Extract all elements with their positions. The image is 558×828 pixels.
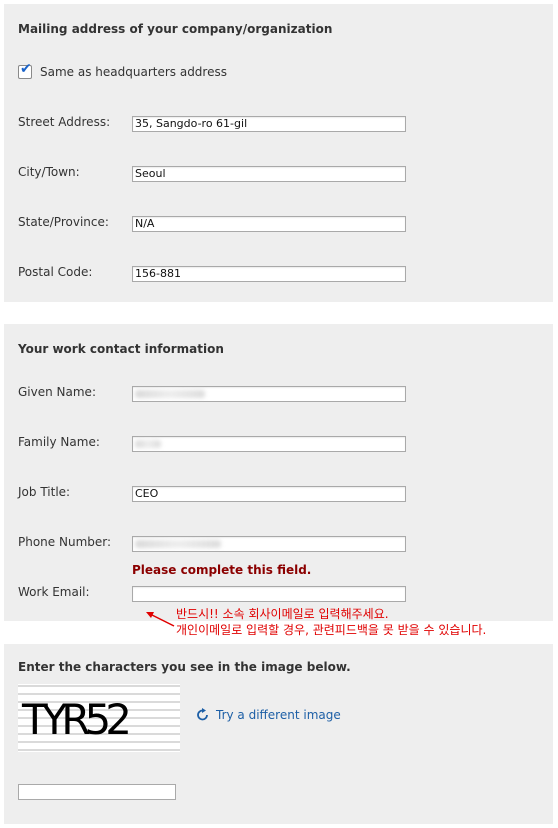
given-name-input[interactable] bbox=[132, 386, 406, 402]
phone-input[interactable] bbox=[132, 536, 406, 552]
captcha-heading: Enter the characters you see in the imag… bbox=[18, 660, 351, 674]
state-label: State/Province: bbox=[18, 215, 109, 229]
work-email-input[interactable] bbox=[132, 586, 406, 602]
same-as-hq-checkbox[interactable]: ✔ bbox=[18, 61, 32, 79]
captcha-section: Enter the characters you see in the imag… bbox=[4, 644, 553, 824]
mailing-heading: Mailing address of your company/organiza… bbox=[18, 22, 333, 36]
same-as-hq-label[interactable]: Same as headquarters address bbox=[40, 65, 227, 79]
state-input[interactable]: N/A bbox=[132, 216, 406, 232]
postal-input[interactable]: 156-881 bbox=[132, 266, 406, 282]
city-input[interactable]: Seoul bbox=[132, 166, 406, 182]
redacted-blur bbox=[135, 540, 221, 548]
job-title-label: Job Title: bbox=[18, 485, 71, 499]
annotation-arrow-icon bbox=[146, 612, 175, 627]
refresh-icon bbox=[197, 708, 208, 721]
postal-label: Postal Code: bbox=[18, 265, 93, 279]
annotation-line-1: 반드시!! 소속 회사이메일로 입력해주세요. bbox=[176, 607, 389, 621]
try-different-image-link[interactable]: Try a different image bbox=[196, 708, 341, 722]
family-name-input[interactable] bbox=[132, 436, 406, 452]
street-label: Street Address: bbox=[18, 115, 111, 129]
work-contact-section: Your work contact information Given Name… bbox=[4, 324, 553, 621]
redacted-blur bbox=[135, 440, 161, 448]
job-title-input[interactable]: CEO bbox=[132, 486, 406, 502]
redacted-blur bbox=[135, 390, 205, 398]
contact-heading: Your work contact information bbox=[18, 342, 224, 356]
annotation-line-2: 개인이메일로 입력할 경우, 관련피드백을 못 받을 수 있습니다. bbox=[176, 623, 487, 637]
phone-label: Phone Number: bbox=[18, 535, 112, 549]
captcha-text: TYR52 bbox=[21, 695, 128, 744]
given-name-label: Given Name: bbox=[18, 385, 96, 399]
mailing-address-section: Mailing address of your company/organiza… bbox=[4, 4, 553, 302]
try-different-image-label[interactable]: Try a different image bbox=[216, 708, 341, 722]
family-name-label: Family Name: bbox=[18, 435, 100, 449]
street-input[interactable]: 35, Sangdo-ro 61-gil bbox=[132, 116, 406, 132]
checkmark-icon: ✔ bbox=[20, 61, 32, 77]
captcha-image: TYR52 bbox=[18, 684, 180, 752]
work-email-label: Work Email: bbox=[18, 585, 90, 599]
city-label: City/Town: bbox=[18, 165, 80, 179]
captcha-input[interactable] bbox=[18, 784, 176, 800]
phone-error-message: Please complete this field. bbox=[132, 563, 312, 577]
